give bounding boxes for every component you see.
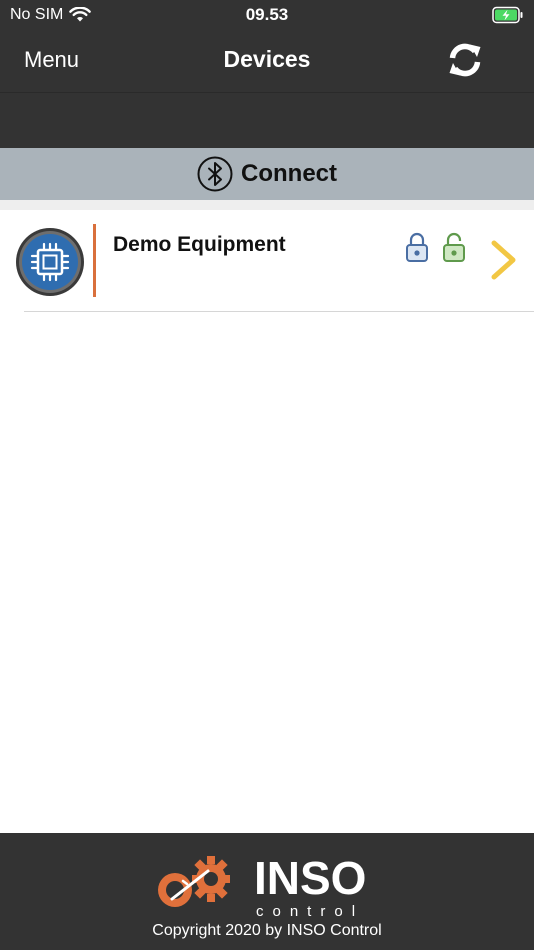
logo-subtext: control (256, 903, 364, 920)
logo-wordmark: INSO (254, 852, 366, 904)
lock-closed-icon (406, 232, 428, 262)
inso-control-logo: INSO control (158, 852, 366, 920)
refresh-icon[interactable] (444, 39, 486, 81)
nav-bar: Menu Devices (0, 30, 534, 92)
copyright-text: Copyright 2020 by INSO Control (152, 922, 382, 939)
chevron-right-icon[interactable] (489, 240, 519, 280)
device-name: Demo Equipment (113, 233, 286, 256)
device-divider (93, 224, 96, 297)
footer: INSO control Copyright 2020 by INSO Cont… (0, 833, 534, 950)
row-separator (24, 311, 534, 312)
lock-open-icon (443, 232, 465, 262)
status-bar: No SIM 09.53 (0, 0, 534, 30)
connect-bar-shadow (0, 200, 534, 210)
connect-button[interactable]: Connect (0, 148, 534, 200)
toolbar-spacer (0, 92, 534, 148)
connect-label: Connect (241, 160, 337, 187)
bluetooth-icon (197, 156, 233, 192)
battery-charging-icon (492, 6, 523, 24)
status-time: 09.53 (245, 5, 289, 24)
device-list-item[interactable]: Demo Equipment (0, 210, 534, 312)
chip-icon (16, 228, 84, 296)
